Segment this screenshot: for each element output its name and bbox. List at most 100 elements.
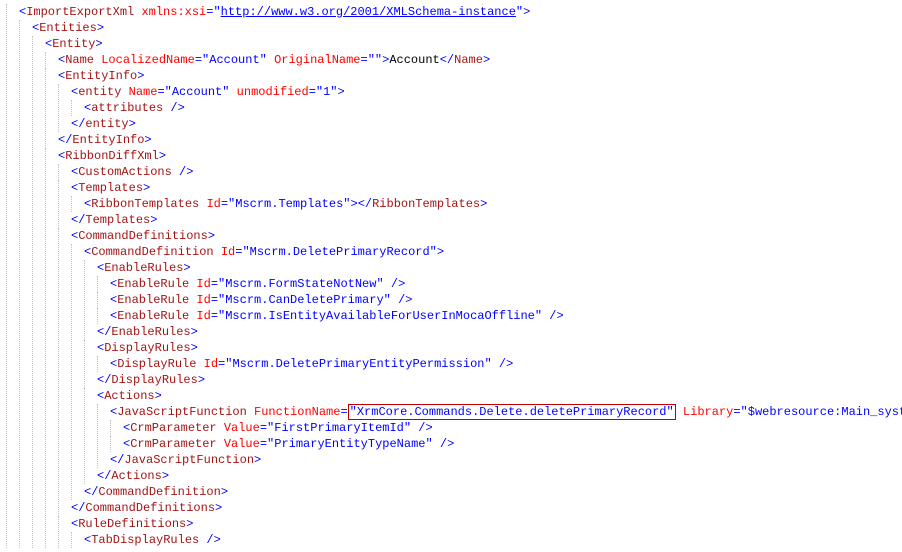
xml-line[interactable]: <DisplayRules> <DisplayRule Id="Mscrm.De… <box>84 340 898 388</box>
bracket: </ <box>84 485 98 499</box>
xml-line[interactable]: <EnableRule Id="Mscrm.CanDeletePrimary" … <box>97 292 898 308</box>
attr-name: Id <box>221 245 235 259</box>
bracket: /> <box>411 421 433 435</box>
xml-line[interactable]: <Entity> <Name LocalizedName="Account" O… <box>32 36 898 548</box>
tag: CommandDefinitions <box>85 501 215 515</box>
quote: " <box>350 405 357 419</box>
xml-line[interactable]: <EnableRule Id="Mscrm.FormStateNotNew" /… <box>97 276 898 292</box>
eq: = <box>211 309 218 323</box>
tag: CommandDefinition <box>98 485 220 499</box>
bracket: /> <box>391 293 413 307</box>
xml-line[interactable]: <EnableRule Id="Mscrm.IsEntityAvailableF… <box>97 308 898 324</box>
xml-line[interactable]: <Templates> <RibbonTemplates Id="Mscrm.T… <box>58 180 898 228</box>
bracket: /> <box>384 277 406 291</box>
highlighted-value: "XrmCore.Commands.Delete.deletePrimaryRe… <box>348 404 676 420</box>
xml-line[interactable]: <EnableRules> <EnableRule Id="Mscrm.Form… <box>84 260 898 340</box>
quote: " <box>741 405 748 419</box>
bracket: </ <box>58 133 72 147</box>
attr-value: $webresource:Main_system_library.js <box>748 405 902 419</box>
xml-line[interactable]: <attributes /> <box>71 100 898 116</box>
tag: RibbonDiffXml <box>65 149 159 163</box>
xml-line[interactable]: <DisplayRule Id="Mscrm.DeletePrimaryEnti… <box>97 356 898 372</box>
tag: TabDisplayRules <box>91 533 199 547</box>
tag: RibbonTemplates <box>372 197 480 211</box>
xml-line[interactable]: <Name LocalizedName="Account" OriginalNa… <box>45 52 898 68</box>
xml-line[interactable]: <EntityInfo> <entity Name="Account" unmo… <box>45 68 898 148</box>
xml-line[interactable]: <Entities> <Entity> <Name LocalizedName=… <box>19 20 898 548</box>
xml-line[interactable]: <entity Name="Account" unmodified="1"> <… <box>58 84 898 132</box>
xml-line[interactable]: <CrmParameter Value="PrimaryEntityTypeNa… <box>110 436 898 452</box>
tag: CrmParameter <box>130 421 216 435</box>
eq: = <box>195 53 202 67</box>
xml-line[interactable]: <CommandDefinitions> <CommandDefinition … <box>58 228 898 516</box>
xml-line[interactable]: <JavaScriptFunction FunctionName="XrmCor… <box>97 404 898 468</box>
attr-value-link[interactable]: http://www.w3.org/2001/XMLSchema-instanc… <box>221 5 516 19</box>
xml-line[interactable]: <ImportExportXml xmlns:xsi="http://www.w… <box>6 4 898 548</box>
bracket: > <box>483 53 490 67</box>
eq: = <box>340 405 347 419</box>
bracket: </ <box>97 325 111 339</box>
tag: EntityInfo <box>65 69 137 83</box>
tag: Name <box>65 53 94 67</box>
bracket: > <box>437 245 444 259</box>
attr-name: OriginalName <box>274 53 360 67</box>
tag: JavaScriptFunction <box>117 405 247 419</box>
attr-name: Id <box>196 309 210 323</box>
xml-line[interactable]: <CrmParameter Value="FirstPrimaryItemId"… <box>110 420 898 436</box>
attr-value: XrmCore.Commands.Delete.deletePrimaryRec… <box>357 405 667 419</box>
bracket: > <box>162 469 169 483</box>
bracket: > <box>129 117 136 131</box>
tag: Entity <box>52 37 95 51</box>
bracket: /> <box>163 101 185 115</box>
xml-line[interactable]: <RibbonTemplates Id="Mscrm.Templates"></… <box>71 196 898 212</box>
bracket: > <box>221 485 228 499</box>
tag: Name <box>454 53 483 67</box>
tag: entity <box>78 85 121 99</box>
attr-name: Library <box>683 405 733 419</box>
bracket: > <box>480 197 487 211</box>
quote: " <box>535 309 542 323</box>
bracket: > <box>191 325 198 339</box>
xml-line[interactable]: <RibbonDiffXml> <CustomActions /> <Templ… <box>45 148 898 548</box>
text-content: Account <box>389 53 439 67</box>
tag: Templates <box>78 181 143 195</box>
bracket: > <box>183 261 190 275</box>
tag: EnableRule <box>117 277 189 291</box>
tag: EnableRules <box>111 325 190 339</box>
tag: CustomActions <box>78 165 172 179</box>
bracket: </ <box>110 453 124 467</box>
tag: Actions <box>104 389 154 403</box>
tag: Entities <box>39 21 97 35</box>
attr-name: Name <box>129 85 158 99</box>
xml-line[interactable]: <Actions> <JavaScriptFunction FunctionNa… <box>84 388 898 484</box>
tag: Actions <box>111 469 161 483</box>
tag: RuleDefinitions <box>78 517 186 531</box>
attr-name: Value <box>224 421 260 435</box>
attr-name: LocalizedName <box>101 53 195 67</box>
bracket: </ <box>97 373 111 387</box>
xml-line[interactable]: <RuleDefinitions> <TabDisplayRules /> <box>58 516 898 548</box>
tag: ImportExportXml <box>26 5 134 19</box>
bracket: > <box>350 197 357 211</box>
bracket: /> <box>542 309 564 323</box>
eq: = <box>260 437 267 451</box>
bracket: /> <box>492 357 514 371</box>
eq: = <box>221 197 228 211</box>
xml-line[interactable]: <CustomActions /> <box>58 164 898 180</box>
bracket: </ <box>440 53 454 67</box>
tag: CrmParameter <box>130 437 216 451</box>
attr-name: Id <box>196 277 210 291</box>
quote: " <box>222 85 229 99</box>
quote: " <box>316 85 323 99</box>
eq: = <box>260 421 267 435</box>
bracket: /> <box>199 533 221 547</box>
bracket: > <box>137 69 144 83</box>
quote: " <box>484 357 491 371</box>
tag: entity <box>85 117 128 131</box>
xml-line[interactable]: <CommandDefinition Id="Mscrm.DeletePrima… <box>71 244 898 500</box>
attr-value: FirstPrimaryItemId <box>274 421 404 435</box>
tag: RibbonTemplates <box>91 197 199 211</box>
xml-line[interactable]: <TabDisplayRules /> <box>71 532 898 548</box>
quote: " <box>368 53 375 67</box>
attr-value: PrimaryEntityTypeName <box>274 437 425 451</box>
